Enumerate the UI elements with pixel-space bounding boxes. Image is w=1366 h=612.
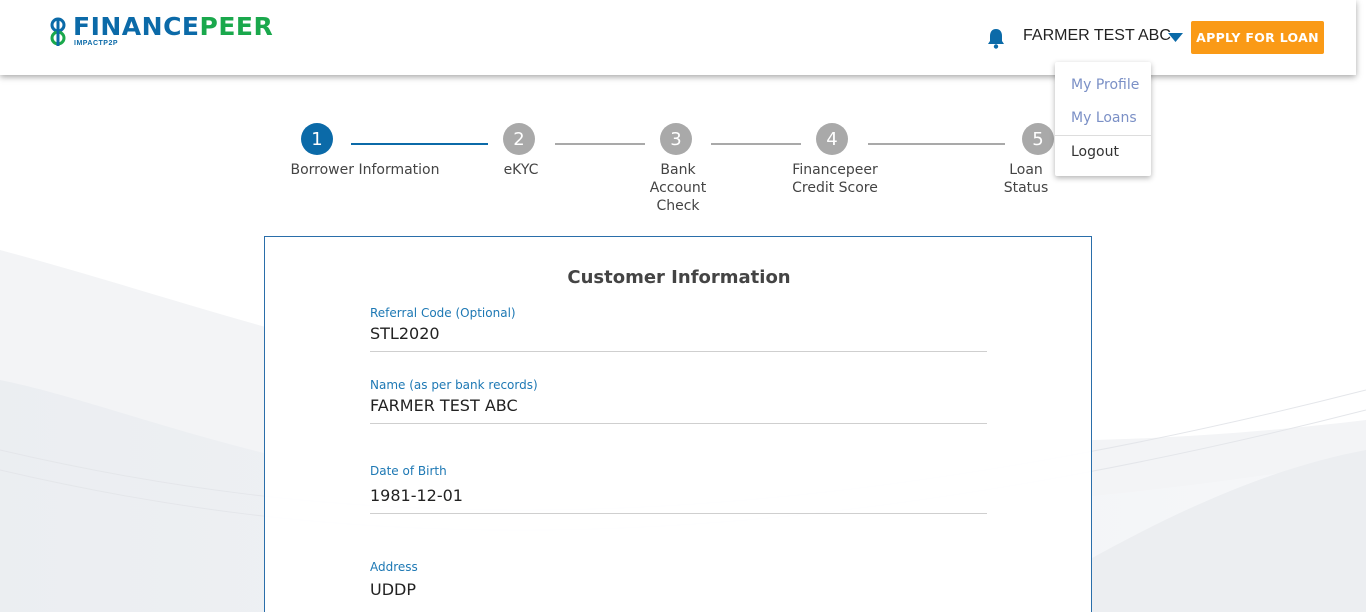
step-3-circle[interactable]: 3 <box>660 123 692 155</box>
user-dropdown-menu: My Profile My Loans Logout <box>1055 62 1151 176</box>
step-5-circle[interactable]: 5 <box>1022 123 1054 155</box>
step-1-circle[interactable]: 1 <box>301 123 333 155</box>
step-connector-4 <box>868 143 1005 145</box>
logo-subtitle: IMPACTP2P <box>74 40 119 47</box>
step-connector-2 <box>555 143 645 145</box>
menu-divider <box>1055 135 1151 136</box>
menu-item-my-loans[interactable]: My Loans <box>1071 110 1137 126</box>
step-3-label-line-2: Account <box>649 180 707 196</box>
step-1-label-line: Borrower Information <box>290 162 440 178</box>
top-header: FINANCEPEER IMPACTP2P FARMER TEST ABC AP… <box>0 0 1356 75</box>
referral-code-label: Referral Code (Optional) <box>370 306 516 320</box>
step-5-label: Loan Status <box>996 161 1056 197</box>
apply-for-loan-button[interactable]: APPLY FOR LOAN <box>1191 21 1324 54</box>
step-3-label-line-1: Bank <box>660 162 696 178</box>
name-input[interactable]: FARMER TEST ABC <box>370 396 987 424</box>
menu-item-my-profile[interactable]: My Profile <box>1071 77 1139 93</box>
date-of-birth-input[interactable]: 1981-12-01 <box>370 486 987 514</box>
logo-word-finance: FINANCE <box>73 12 200 41</box>
step-1-label: Borrower Information <box>282 161 448 179</box>
menu-item-logout[interactable]: Logout <box>1071 144 1119 160</box>
logo-wordmark: FINANCEPEER <box>73 12 273 41</box>
step-5-label-line-1: Loan <box>1009 162 1043 178</box>
step-2-label: eKYC <box>484 161 558 179</box>
date-of-birth-field[interactable]: Date of Birth 1981-12-01 <box>370 464 987 514</box>
referral-code-field[interactable]: Referral Code (Optional) STL2020 <box>370 306 987 352</box>
step-4-label-line-2: Credit Score <box>792 180 878 196</box>
step-4-label: Financepeer Credit Score <box>780 161 890 197</box>
step-4-label-line-1: Financepeer <box>792 162 878 178</box>
caret-down-icon[interactable] <box>1168 33 1183 42</box>
date-of-birth-label: Date of Birth <box>370 464 447 478</box>
logo-mark-icon <box>50 17 66 46</box>
step-5-label-line-2: Status <box>1003 180 1049 196</box>
step-2-circle[interactable]: 2 <box>503 123 535 155</box>
step-connector-1 <box>351 143 488 145</box>
address-input[interactable]: UDDP <box>370 580 987 607</box>
address-label: Address <box>370 560 418 574</box>
card-title: Customer Information <box>567 267 791 288</box>
logo-word-peer: PEER <box>199 12 274 41</box>
name-label: Name (as per bank records) <box>370 378 538 392</box>
step-2-label-line: eKYC <box>503 162 539 178</box>
step-4-circle[interactable]: 4 <box>816 123 848 155</box>
referral-code-input[interactable]: STL2020 <box>370 324 987 352</box>
name-field[interactable]: Name (as per bank records) FARMER TEST A… <box>370 378 987 424</box>
customer-information-card: Customer Information Referral Code (Opti… <box>264 236 1092 612</box>
user-menu-name[interactable]: FARMER TEST ABC <box>1023 27 1171 45</box>
step-3-label: Bank Account Check <box>638 161 718 215</box>
step-connector-3 <box>711 143 801 145</box>
bell-icon[interactable] <box>986 27 1006 49</box>
step-3-label-line-3: Check <box>656 198 700 214</box>
address-field[interactable]: Address UDDP <box>370 560 987 607</box>
